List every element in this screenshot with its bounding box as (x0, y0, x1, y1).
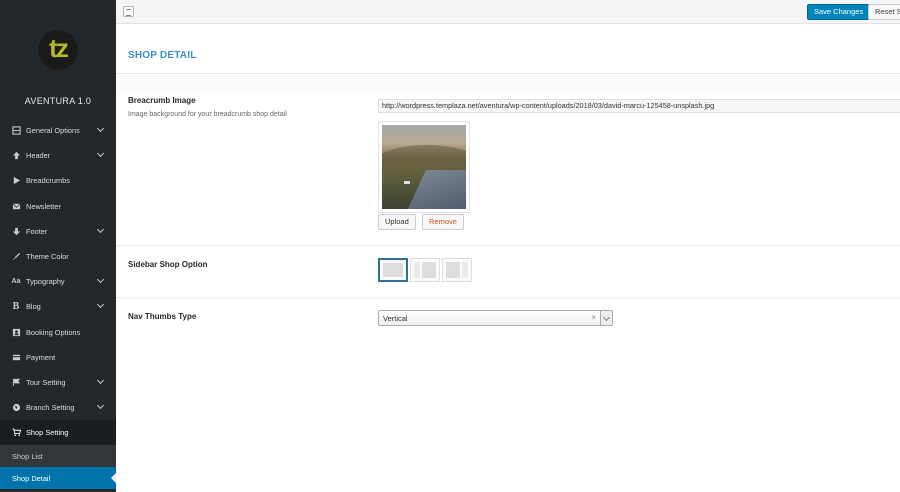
page-header: SHOP DETAIL (116, 24, 900, 74)
reset-section-button[interactable]: Reset Section (868, 4, 900, 20)
brand-area: tz AVENTURA 1.0 (0, 0, 116, 118)
sidebar-item-label: Typography (26, 277, 65, 287)
panel-toggle-icon[interactable] (123, 6, 134, 17)
sidebar-item-general-options[interactable]: General Options (0, 118, 116, 143)
sidebar-item-label: Header (26, 151, 51, 161)
landscape-thumbnail (382, 125, 466, 209)
nav-thumbs-select[interactable]: Vertical × (378, 310, 613, 326)
sidebar-subitem-shop-list[interactable]: Shop List (0, 445, 116, 467)
sidebar-item-typography[interactable]: Aa Typography (0, 269, 116, 294)
arrow-down-icon (11, 226, 21, 236)
chevron-down-icon (96, 376, 105, 384)
sidebar-item-label: Booking Options (26, 327, 81, 337)
sidebar-item-tour-setting[interactable]: Tour Setting (0, 370, 116, 395)
layout-picker (378, 258, 472, 282)
sidebar-item-payment[interactable]: Payment (0, 345, 116, 370)
page-title: SHOP DETAIL (128, 50, 197, 61)
sidebar-item-shop-setting[interactable]: Shop Setting (0, 420, 116, 446)
remove-button[interactable]: Remove (422, 214, 464, 230)
arrow-up-icon (11, 151, 21, 161)
options-toolbar: Save Changes Reset Section (116, 0, 900, 24)
chevron-down-icon (96, 276, 105, 284)
chevron-down-icon (96, 124, 105, 133)
sidebar-item-label: Footer (26, 226, 48, 236)
sidebar-item-label: Theme Color (26, 252, 69, 262)
sidebar-item-breadcrumbs[interactable]: Breadcrumbs (0, 168, 116, 193)
logo: tz (38, 30, 78, 70)
brand-name: AVENTURA 1.0 (24, 96, 92, 106)
chevron-down-icon (96, 150, 105, 158)
spacer (116, 74, 900, 94)
sidebar-item-theme-color[interactable]: Theme Color (0, 244, 116, 269)
field-breadcrumb-image: Breacrumb Image Image background for you… (116, 94, 900, 246)
flag-icon (11, 377, 21, 387)
font-icon: Aa (11, 278, 21, 286)
field-sidebar-shop-option: Sidebar Shop Option (116, 246, 900, 298)
image-preview (378, 121, 470, 213)
sidebar-item-newsletter[interactable]: Newsletter (0, 194, 116, 219)
upload-button[interactable]: Upload (378, 214, 416, 230)
contact-card-icon (11, 327, 21, 337)
chevron-down-icon (96, 301, 105, 309)
field-title: Sidebar Shop Option (128, 260, 208, 269)
clear-icon[interactable]: × (591, 313, 596, 322)
bold-b-icon: B (12, 301, 20, 313)
card-icon (11, 352, 21, 362)
sliders-icon (11, 126, 21, 136)
logo-text: tz (49, 33, 69, 63)
image-url-input[interactable]: http://wordpress.templaza.net/aventura/w… (378, 99, 900, 113)
sidebar-menu: General Options Header Breadcrumbs Newsl… (0, 118, 116, 446)
sidebar-item-footer[interactable]: Footer (0, 219, 116, 244)
sidebar-item-blog[interactable]: B Blog (0, 294, 116, 319)
sidebar-item-label: Newsletter (26, 201, 61, 211)
play-icon (11, 176, 21, 186)
cart-icon (11, 428, 21, 438)
layout-right-sidebar[interactable] (442, 258, 472, 282)
options-panel: SHOP DETAIL Breacrumb Image Image backgr… (116, 24, 900, 492)
thumbnail-car (404, 181, 410, 184)
layout-no-sidebar[interactable] (378, 258, 408, 282)
select-value: Vertical (383, 314, 408, 323)
sidebar-item-label: Payment (26, 352, 56, 362)
layout-preview-sidebar (462, 262, 468, 278)
sidebar-item-label: Shop Setting (26, 428, 69, 438)
sidebar-item-label: Branch Setting (26, 403, 75, 413)
sidebar-item-label: General Options (26, 126, 80, 136)
globe-icon (11, 403, 21, 413)
sidebar-item-label: Blog (26, 302, 41, 312)
field-nav-thumbs-type: Nav Thumbs Type Vertical × (116, 298, 900, 342)
layout-preview-main (446, 262, 460, 278)
sidebar-subitem-shop-detail[interactable]: Shop Detail (0, 467, 116, 490)
sidebar-submenu: Shop List Shop Detail (0, 445, 116, 490)
chevron-down-icon (96, 402, 105, 410)
sidebar-item-label: Breadcrumbs (26, 176, 70, 186)
email-icon (11, 201, 21, 211)
layout-preview-main (422, 262, 436, 278)
sidebar-item-branch-setting[interactable]: Branch Setting (0, 395, 116, 420)
sidebar-item-header[interactable]: Header (0, 143, 116, 168)
sidebar-item-booking-options[interactable]: Booking Options (0, 320, 116, 345)
admin-sidebar: tz AVENTURA 1.0 General Options Header B… (0, 0, 116, 492)
chevron-down-icon (96, 225, 105, 233)
layout-preview-sidebar (414, 262, 420, 278)
save-button[interactable]: Save Changes (807, 4, 871, 20)
layout-preview-full (383, 263, 403, 277)
layout-left-sidebar[interactable] (410, 258, 440, 282)
brush-icon (11, 252, 21, 262)
sidebar-item-label: Tour Setting (26, 377, 66, 387)
chevron-down-icon[interactable] (600, 311, 612, 325)
